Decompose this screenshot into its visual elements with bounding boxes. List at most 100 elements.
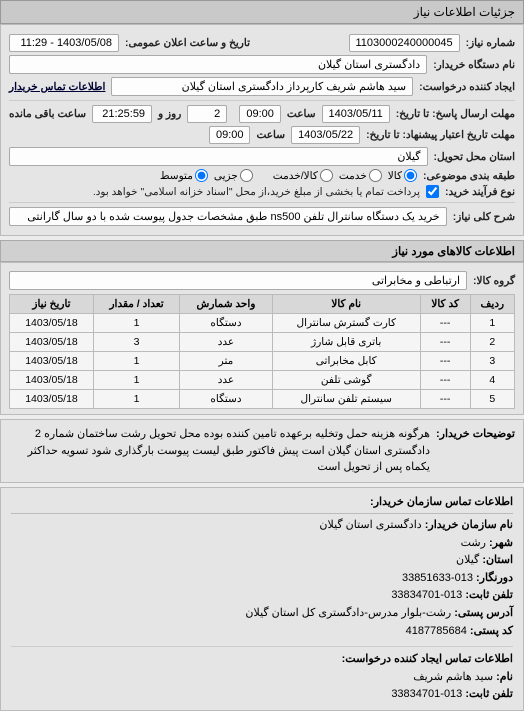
radio-service[interactable]: خدمت xyxy=(339,169,382,182)
table-row: 4---گوشی تلفنعدد11403/05/18 xyxy=(10,371,515,390)
table-row: 1---کارت گسترش سانترالدستگاه11403/05/18 xyxy=(10,314,515,333)
cell-need_date: 1403/05/18 xyxy=(10,314,94,333)
radio-goods[interactable]: کالا xyxy=(388,169,417,182)
subject-label: شرح کلی نیاز: xyxy=(453,211,515,223)
buyer-org-label: نام دستگاه خریدار: xyxy=(433,59,515,71)
days-left: 2 xyxy=(187,105,227,123)
c-name: سید هاشم شریف xyxy=(413,671,493,683)
cell-name: گوشی تلفن xyxy=(272,371,420,390)
cell-need_date: 1403/05/18 xyxy=(10,390,94,409)
cell-code: --- xyxy=(420,352,470,371)
c-city: رشت xyxy=(461,537,486,549)
cell-name: سیستم تلفن سانترال xyxy=(272,390,420,409)
c-fax-label: دورنگار: xyxy=(476,572,513,584)
buyer-desc-text: هرگونه هزینه حمل وتخلیه برعهده تامین کنن… xyxy=(9,426,430,476)
cod-checkbox[interactable] xyxy=(426,185,439,198)
cell-code: --- xyxy=(420,390,470,409)
col-qty: تعداد / مقدار xyxy=(93,295,179,314)
radio-partial-input[interactable] xyxy=(240,169,253,182)
radio-goods-text: کالا xyxy=(388,170,402,182)
c-fax: 013-33851633 xyxy=(402,572,473,584)
radio-service-input[interactable] xyxy=(369,169,382,182)
need-info-panel: شماره نیاز: 1103000240000045 تاریخ و ساع… xyxy=(0,24,524,236)
radio-partial[interactable]: جزیی xyxy=(214,169,253,182)
budget-label: طبقه بندی موضوعی: xyxy=(423,170,515,182)
c-requester-caption: اطلاعات تماس ایجاد کننده درخواست: xyxy=(342,653,513,665)
cell-code: --- xyxy=(420,371,470,390)
radio-medium-text: متوسط xyxy=(160,170,193,182)
cell-qty: 1 xyxy=(93,390,179,409)
cell-unit: دستگاه xyxy=(180,390,273,409)
time-label-1: ساعت xyxy=(287,108,316,120)
contact-header: اطلاعات تماس سازمان خریدار: xyxy=(11,494,513,515)
items-panel: گروه کالا: ارتباطی و مخابراتی ردیف کد کا… xyxy=(0,262,524,415)
deadline-reply-time: 09:00 xyxy=(239,105,281,123)
requester-label: ایجاد کننده درخواست: xyxy=(419,81,515,93)
requester-value: سید هاشم شریف کارپرداز دادگستری استان گی… xyxy=(111,77,413,96)
validity-time: 09:00 xyxy=(209,126,251,144)
c-phone-label: تلفن ثابت: xyxy=(465,589,513,601)
radio-gs-text: کالا/خدمت xyxy=(273,170,318,182)
time-label-2: ساعت xyxy=(256,129,285,141)
c-phone: 013-33834701 xyxy=(391,589,462,601)
cell-need_date: 1403/05/18 xyxy=(10,333,94,352)
col-need-date: تاریخ نیاز xyxy=(10,295,94,314)
radio-partial-text: جزیی xyxy=(214,170,238,182)
announce-value: 1403/05/08 - 11:29 xyxy=(9,34,119,52)
panel-title: جزئیات اطلاعات نیاز xyxy=(0,0,524,24)
group-value: ارتباطی و مخابراتی xyxy=(9,271,467,290)
table-row: 2---باتری قابل شارژعدد31403/05/18 xyxy=(10,333,515,352)
validity-label: مهلت تاریخ اعتبار پیشنهاد: تا تاریخ: xyxy=(366,129,515,141)
radio-gs-input[interactable] xyxy=(320,169,333,182)
cell-name: کابل مخابراتی xyxy=(272,352,420,371)
cell-name: کارت گسترش سانترال xyxy=(272,314,420,333)
contact-panel: اطلاعات تماس سازمان خریدار: نام سازمان خ… xyxy=(0,487,524,711)
c-name-label: نام: xyxy=(496,671,513,683)
contact-link[interactable]: اطلاعات تماس خریدار xyxy=(9,81,105,93)
cell-unit: عدد xyxy=(180,333,273,352)
c-province-label: استان: xyxy=(482,554,513,566)
cell-qty: 3 xyxy=(93,333,179,352)
cell-qty: 1 xyxy=(93,314,179,333)
c-contact-phone: 013-33834701 xyxy=(391,688,462,700)
number-label: شماره نیاز: xyxy=(466,37,515,49)
radio-medium[interactable]: متوسط xyxy=(160,169,208,182)
col-row: ردیف xyxy=(470,295,514,314)
table-row: 5---سیستم تلفن سانترالدستگاه11403/05/18 xyxy=(10,390,515,409)
cell-qty: 1 xyxy=(93,352,179,371)
radio-service-text: خدمت xyxy=(339,170,367,182)
cell-row: 4 xyxy=(470,371,514,390)
remaining-suffix: ساعت باقی مانده xyxy=(9,108,86,120)
c-org: دادگستری استان گیلان xyxy=(319,519,421,531)
deadline-reply-label: مهلت ارسال پاسخ: تا تاریخ: xyxy=(396,108,515,120)
announce-label: تاریخ و ساعت اعلان عمومی: xyxy=(125,37,250,49)
buyer-desc-label: توضیحات خریدار: xyxy=(436,426,515,476)
col-code: کد کالا xyxy=(420,295,470,314)
buyer-org-value: دادگستری استان گیلان xyxy=(9,55,427,74)
cod-label: نوع فرآیند خرید: xyxy=(445,186,515,198)
table-row: 3---کابل مخابراتیمتر11403/05/18 xyxy=(10,352,515,371)
cell-unit: عدد xyxy=(180,371,273,390)
radio-goods-service[interactable]: کالا/خدمت xyxy=(273,169,333,182)
c-province: گیلان xyxy=(456,554,479,566)
cell-row: 2 xyxy=(470,333,514,352)
c-postal-addr-label: آدرس پستی: xyxy=(454,607,513,619)
items-table: ردیف کد کالا نام کالا واحد شمارش تعداد /… xyxy=(9,294,515,409)
radio-goods-input[interactable] xyxy=(404,169,417,182)
group-label: گروه کالا: xyxy=(473,275,515,287)
col-unit: واحد شمارش xyxy=(180,295,273,314)
c-postal-code: 4187785684 xyxy=(406,625,467,637)
cell-name: باتری قابل شارژ xyxy=(272,333,420,352)
province-label: استان محل تحویل: xyxy=(434,151,515,163)
cod-note: پرداخت تمام یا بخشی از مبلغ خرید،از محل … xyxy=(93,186,420,198)
cell-code: --- xyxy=(420,333,470,352)
c-contact-phone-label: تلفن ثابت: xyxy=(465,688,513,700)
remaining-time: 21:25:59 xyxy=(92,105,152,123)
col-name: نام کالا xyxy=(272,295,420,314)
c-postal-code-label: کد پستی: xyxy=(470,625,513,637)
deadline-reply-date: 1403/05/11 xyxy=(322,105,390,123)
subject-value: خرید یک دستگاه سانترال تلفن ns500 طبق مش… xyxy=(9,207,447,226)
radio-medium-input[interactable] xyxy=(195,169,208,182)
cell-row: 3 xyxy=(470,352,514,371)
cell-need_date: 1403/05/18 xyxy=(10,352,94,371)
